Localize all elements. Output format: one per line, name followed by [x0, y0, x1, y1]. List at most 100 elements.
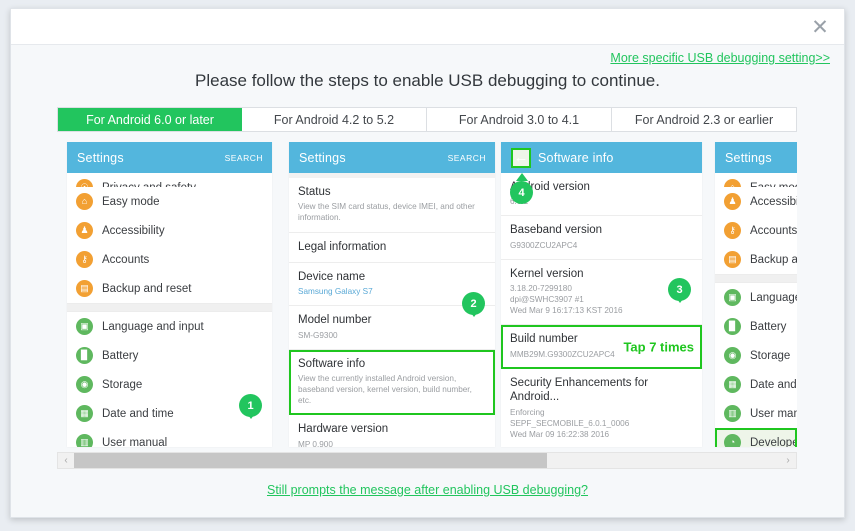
panel1-clipped-row: ☉ Privacy and safety	[67, 173, 272, 187]
scrollbar-thumb[interactable]	[74, 453, 548, 468]
info-row-title: Legal information	[298, 240, 387, 253]
scroll-right-icon[interactable]: ›	[780, 453, 796, 468]
list-item-label: User manual	[750, 407, 797, 420]
info-row-hardware-version[interactable]: Hardware version MP 0.900	[289, 415, 495, 447]
info-row-software-info[interactable]: Software info View the currently installe…	[289, 349, 495, 416]
list-item-label: Battery	[102, 349, 139, 362]
accessibility-icon: ♟	[724, 193, 741, 210]
list-item[interactable]: ⚷ Accounts	[715, 216, 797, 245]
panel1-title: Settings	[77, 150, 124, 165]
step-badge-1: 1	[239, 394, 262, 417]
list-item[interactable]: ⌂ Easy mode	[67, 187, 272, 216]
info-row-build-number[interactable]: Build number MMB29M.G9300ZCU2APC4 Tap 7 …	[501, 325, 702, 369]
step-badge-4: 4	[510, 181, 533, 204]
info-row-sub: Enforcing SEPF_SECMOBILE_6.0.1_0006 Wed …	[510, 407, 630, 439]
panel2-header: Settings SEARCH	[289, 142, 495, 173]
info-row-model-number[interactable]: Model number SM-G9300	[289, 306, 495, 350]
list-item-label: Easy mode	[102, 195, 160, 208]
panel1-search-label[interactable]: SEARCH	[225, 153, 263, 163]
more-specific-setting-link[interactable]: More specific USB debugging setting>>	[610, 51, 830, 65]
info-row-sub: View the currently installed Android ver…	[298, 374, 472, 406]
list-item[interactable]: ▤ Backup and reset	[67, 274, 272, 303]
info-row-sub: Samsung Galaxy S7	[298, 287, 373, 297]
panel2-title: Settings	[299, 150, 346, 165]
tab-android-42-to-52[interactable]: For Android 4.2 to 5.2	[242, 108, 427, 131]
tab-android-30-to-41[interactable]: For Android 3.0 to 4.1	[427, 108, 612, 131]
list-item[interactable]: ⚷ Accounts	[67, 245, 272, 274]
list-item-developer-options[interactable]: ◔ Developer options	[715, 428, 797, 447]
list-item[interactable]: ◉ Storage	[715, 341, 797, 370]
scroll-left-icon[interactable]: ‹	[58, 453, 74, 468]
list-item-label: Accessibility	[102, 224, 165, 237]
info-row-title: Security Enhancements for Android...	[510, 376, 649, 404]
list-item[interactable]: ♟ Accessibility	[67, 216, 272, 245]
list-item-label: Storage	[750, 349, 791, 362]
key-icon: ⚷	[724, 222, 741, 239]
info-row-legal[interactable]: Legal information	[289, 232, 495, 263]
panel4-clipped-row: ⌂ Easy mode	[715, 173, 797, 187]
privacy-icon: ☉	[76, 179, 93, 187]
list-item-label: Accounts	[102, 253, 150, 266]
still-prompts-link[interactable]: Still prompts the message after enabling…	[11, 483, 844, 497]
panel2-search-label[interactable]: SEARCH	[448, 153, 486, 163]
developer-options-icon: ◔	[724, 434, 741, 447]
back-arrow-icon[interactable]: ←	[511, 147, 531, 168]
list-item[interactable]: ▥ User manual	[67, 428, 272, 447]
scrollbar-track[interactable]	[74, 453, 780, 468]
list-item-label: User manual	[102, 436, 168, 448]
android-version-tabs: For Android 6.0 or later For Android 4.2…	[57, 107, 797, 132]
list-item[interactable]: ▉ Battery	[67, 341, 272, 370]
list-item-label: Battery	[750, 320, 787, 333]
language-icon: ▣	[724, 289, 741, 306]
list-item[interactable]: ◉ Storage	[67, 370, 272, 399]
home-icon: ⌂	[724, 179, 741, 187]
horizontal-scrollbar[interactable]: ‹ ›	[57, 452, 797, 469]
info-row-status[interactable]: Status View the SIM card status, device I…	[289, 178, 495, 233]
list-divider	[715, 274, 797, 283]
usb-debugging-dialog: ✕ More specific USB debugging setting>> …	[10, 8, 845, 518]
list-item[interactable]: ▣ Language and input	[715, 283, 797, 312]
battery-icon: ▉	[76, 347, 93, 364]
list-divider	[67, 303, 272, 312]
step-panel-2: Settings SEARCH Status View the SIM card …	[289, 142, 495, 447]
panel4-title: Settings	[725, 150, 772, 165]
list-item-label: Language and input	[102, 320, 204, 333]
list-item[interactable]: ▤ Backup and reset	[715, 245, 797, 274]
info-row-baseband-version[interactable]: Baseband version G9300ZCU2APC4	[501, 216, 702, 260]
tab-android-23-or-earlier[interactable]: For Android 2.3 or earlier	[612, 108, 796, 131]
list-item[interactable]: ▉ Battery	[715, 312, 797, 341]
list-item[interactable]: ♟ Accessibility	[715, 187, 797, 216]
battery-icon: ▉	[724, 318, 741, 335]
info-row-sub: 6.0.1	[510, 196, 693, 207]
list-item-label: Date and time	[750, 378, 797, 391]
info-row-sub: SM-G9300	[298, 330, 338, 340]
home-icon: ⌂	[76, 193, 93, 210]
info-row-title: Status	[298, 186, 331, 198]
list-item-label: Language and input	[750, 291, 797, 304]
list-item[interactable]: ▣ Language and input	[67, 312, 272, 341]
step-panel-3: ← Software info Android version 6.0.1 Bas…	[501, 142, 702, 447]
info-row-title: Software info	[298, 357, 366, 370]
storage-icon: ◉	[76, 376, 93, 393]
info-row-title: Hardware version	[298, 423, 389, 436]
manual-icon: ▥	[724, 405, 741, 422]
dialog-titlebar: ✕	[11, 9, 844, 45]
info-row-sub: G9300ZCU2APC4	[510, 240, 578, 250]
tab-android-6-or-later[interactable]: For Android 6.0 or later	[58, 108, 242, 131]
page-title: Please follow the steps to enable USB de…	[195, 71, 660, 90]
accessibility-icon: ♟	[76, 222, 93, 239]
close-icon[interactable]: ✕	[806, 13, 834, 41]
manual-icon: ▥	[76, 434, 93, 447]
backup-icon: ▤	[76, 280, 93, 297]
tap-7-times-note: Tap 7 times	[623, 339, 694, 355]
info-row-sub: MP 0.900	[298, 439, 333, 447]
info-row-security-enhancements[interactable]: Security Enhancements for Android... Enfo…	[501, 368, 702, 447]
info-row-title: Baseband version	[510, 224, 603, 237]
storage-icon: ◉	[724, 347, 741, 364]
key-icon: ⚷	[76, 251, 93, 268]
steps-panel-strip: Settings SEARCH ☉ Privacy and safety ⌂ Ea…	[57, 142, 797, 452]
list-item-label: Date and time	[102, 407, 174, 420]
list-item[interactable]: ▥ User manual	[715, 399, 797, 428]
panel1-header: Settings SEARCH	[67, 142, 272, 173]
list-item[interactable]: ▦ Date and time	[715, 370, 797, 399]
